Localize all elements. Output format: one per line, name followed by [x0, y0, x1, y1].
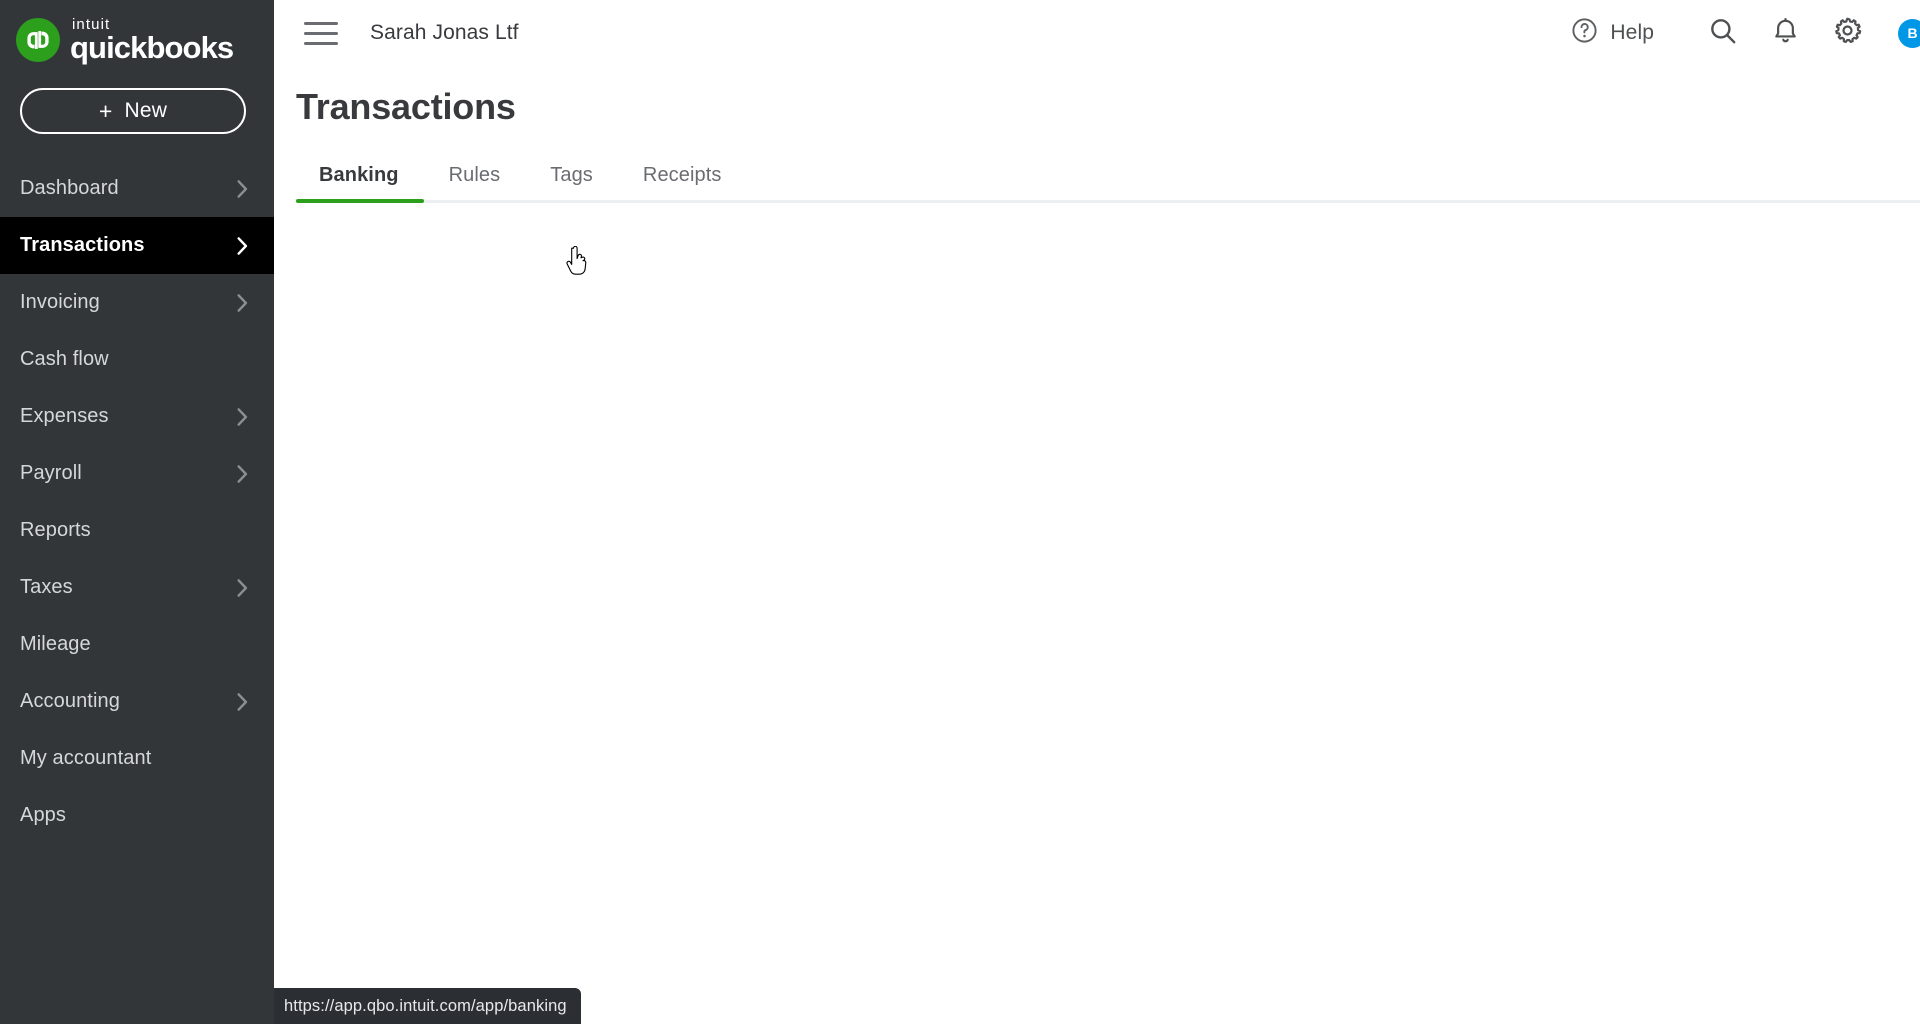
- company-name[interactable]: Sarah Jonas Ltf: [370, 21, 519, 45]
- main-content: Sarah Jonas Ltf Help B Transactions Bank…: [274, 0, 1920, 1024]
- new-button[interactable]: + New: [20, 88, 246, 134]
- sidebar-item-label: Transactions: [20, 234, 145, 256]
- search-button[interactable]: [1692, 9, 1754, 57]
- sidebar: intuit quickbooks + New Dashboard Transac…: [0, 0, 274, 1024]
- sidebar-item-label: Accounting: [20, 690, 120, 712]
- hamburger-menu-icon[interactable]: [300, 12, 342, 54]
- sidebar-item-mileage[interactable]: Mileage: [0, 616, 274, 673]
- chevron-right-icon: [236, 293, 274, 312]
- help-label: Help: [1610, 21, 1654, 44]
- tab-receipts[interactable]: Receipts: [618, 164, 747, 203]
- sidebar-item-apps[interactable]: Apps: [0, 787, 274, 844]
- page-title: Transactions: [296, 86, 516, 127]
- sidebar-item-dashboard[interactable]: Dashboard: [0, 160, 274, 217]
- sidebar-item-label: Taxes: [20, 576, 73, 598]
- hamburger-bar: [304, 31, 338, 35]
- avatar-initial: B: [1907, 25, 1918, 41]
- top-bar: Sarah Jonas Ltf Help B: [274, 0, 1920, 66]
- sidebar-item-reports[interactable]: Reports: [0, 502, 274, 559]
- sidebar-item-label: Expenses: [20, 405, 109, 427]
- chevron-right-icon: [236, 578, 274, 597]
- quickbooks-app-window: intuit quickbooks + New Dashboard Transac…: [0, 0, 1920, 1024]
- new-button-container: + New: [0, 80, 274, 134]
- sidebar-item-label: Payroll: [20, 462, 82, 484]
- hamburger-bar: [304, 41, 338, 45]
- chevron-right-icon: [236, 179, 274, 198]
- chevron-right-icon: [236, 692, 274, 711]
- sidebar-item-label: Invoicing: [20, 291, 100, 313]
- chevron-right-icon: [236, 464, 274, 483]
- tab-rules[interactable]: Rules: [424, 164, 526, 203]
- tab-banking[interactable]: Banking: [296, 164, 424, 203]
- sidebar-item-cash-flow[interactable]: Cash flow: [0, 331, 274, 388]
- quickbooks-logo[interactable]: intuit quickbooks: [0, 0, 274, 80]
- notifications-button[interactable]: [1754, 9, 1816, 57]
- sidebar-item-label: Reports: [20, 519, 91, 541]
- sidebar-item-payroll[interactable]: Payroll: [0, 445, 274, 502]
- tab-tags[interactable]: Tags: [525, 164, 618, 203]
- sidebar-nav: Dashboard Transactions Invoicing Cash flow E…: [0, 160, 274, 844]
- sidebar-item-taxes[interactable]: Taxes: [0, 559, 274, 616]
- topbar-actions: Help B: [1556, 9, 1920, 57]
- sidebar-item-my-accountant[interactable]: My accountant: [0, 730, 274, 787]
- chevron-right-icon: [236, 407, 274, 426]
- sidebar-item-label: My accountant: [20, 747, 152, 769]
- avatar[interactable]: B: [1898, 18, 1920, 48]
- hamburger-bar: [304, 21, 338, 25]
- gear-icon: [1832, 15, 1863, 51]
- page-container: Transactions Banking Rules Tags Receipts: [274, 86, 1920, 203]
- sidebar-item-label: Dashboard: [20, 177, 119, 199]
- sidebar-item-invoicing[interactable]: Invoicing: [0, 274, 274, 331]
- plus-icon: +: [98, 97, 113, 124]
- brand-wordmark: intuit quickbooks: [70, 17, 234, 66]
- quickbooks-wordmark: quickbooks: [70, 30, 234, 66]
- sidebar-item-expenses[interactable]: Expenses: [0, 388, 274, 445]
- mouse-cursor-pointer: [565, 245, 591, 278]
- sidebar-item-label: Apps: [20, 804, 66, 826]
- tab-list: Banking Rules Tags Receipts: [296, 164, 1920, 203]
- sidebar-item-transactions[interactable]: Transactions: [0, 217, 274, 274]
- help-button[interactable]: Help: [1556, 10, 1668, 56]
- bell-icon: [1770, 15, 1801, 51]
- qb-logo-icon: [16, 18, 60, 62]
- new-button-label: New: [124, 99, 168, 122]
- search-icon: [1707, 15, 1739, 52]
- question-circle-icon: [1570, 16, 1599, 50]
- sidebar-item-label: Mileage: [20, 633, 91, 655]
- sidebar-item-accounting[interactable]: Accounting: [0, 673, 274, 730]
- settings-button[interactable]: [1816, 9, 1878, 57]
- tabs-container: Banking Rules Tags Receipts: [296, 164, 1920, 203]
- status-bar-url: https://app.qbo.intuit.com/app/banking: [274, 988, 581, 1024]
- sidebar-item-label: Cash flow: [20, 348, 109, 370]
- chevron-right-icon: [236, 236, 274, 255]
